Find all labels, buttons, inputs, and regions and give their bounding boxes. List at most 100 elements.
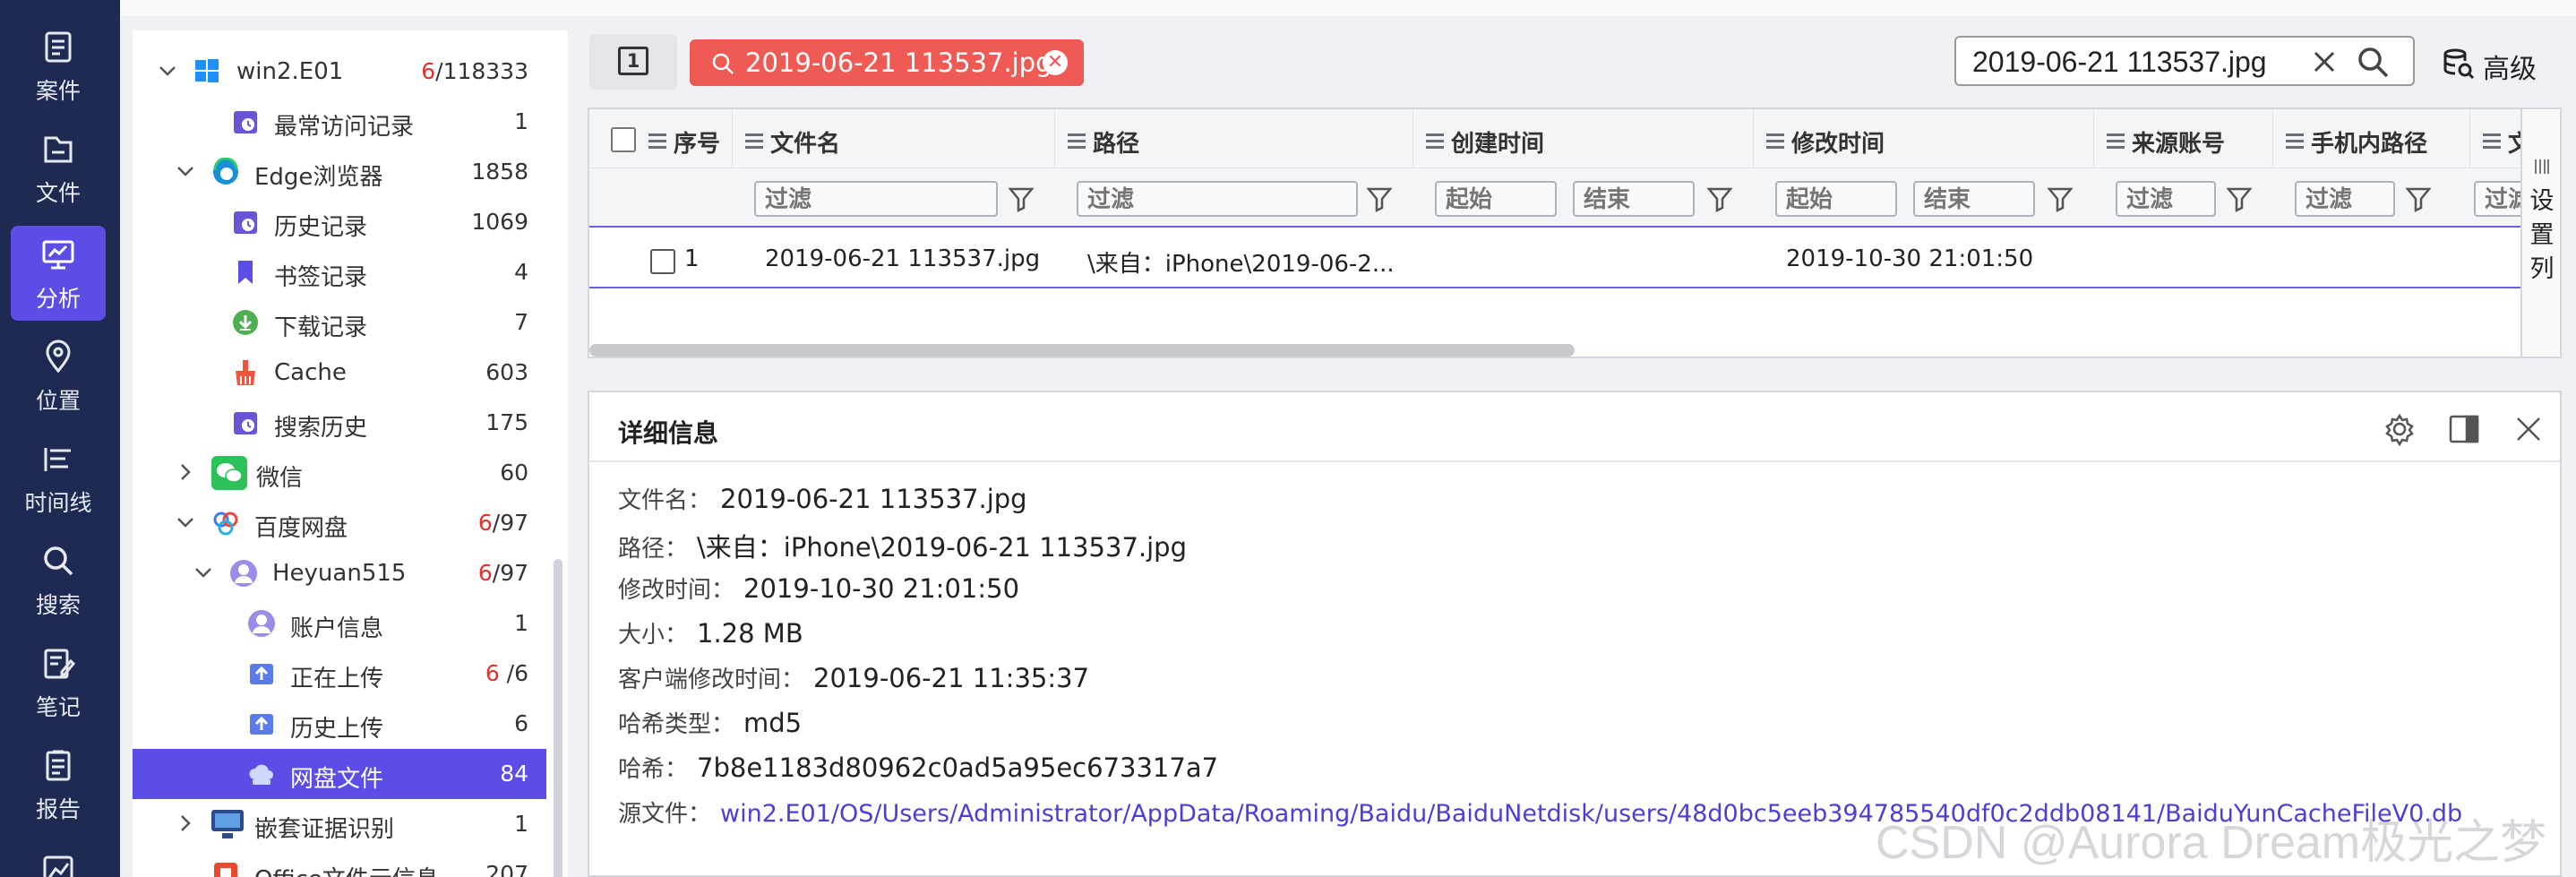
tree-item-cache[interactable]: Cache 603 [133, 348, 546, 398]
advanced-search-button[interactable]: 高级 [2442, 43, 2549, 85]
column-menu-icon[interactable] [1766, 133, 1784, 136]
office-icon [214, 863, 237, 877]
rail-label: 时间线 [24, 490, 92, 516]
tree-item-label: 搜索历史 [274, 415, 368, 442]
gear-icon[interactable] [2383, 412, 2417, 446]
clear-icon[interactable] [2309, 47, 2340, 77]
search-filter-tag[interactable]: 2019-06-21 113537.jpg ✕ [690, 39, 1084, 86]
tree-item-upload-history[interactable]: 历史上传 6 [133, 699, 546, 749]
tree-item-netdisk-files[interactable]: 网盘文件 84 [133, 749, 546, 799]
tree-item-search-history[interactable]: 搜索历史 175 [133, 398, 546, 448]
rail-item-file[interactable]: 文件 [11, 120, 106, 215]
table-row[interactable]: 1 2019-06-21 113537.jpg \来自：iPhone\2019-… [589, 229, 2524, 288]
chevron-right-icon[interactable] [174, 460, 197, 484]
split-view-icon[interactable] [2447, 412, 2481, 446]
upload-icon [250, 664, 273, 684]
tree-item-count: 6/97 [477, 560, 528, 586]
grip-icon [2535, 159, 2549, 174]
tree-item-baidu-netdisk[interactable]: 百度网盘 6/97 [133, 498, 546, 548]
wechat-icon [211, 456, 247, 490]
column-header-index[interactable]: 序号 [589, 109, 733, 168]
filter-input-source-account[interactable] [2116, 181, 2216, 217]
tree-item-label: 正在上传 [290, 666, 384, 692]
column-header-source-account[interactable]: 来源账号 [2094, 109, 2273, 168]
filter-input-path[interactable] [1077, 181, 1358, 217]
filter-input-phone-path[interactable] [2295, 181, 2395, 217]
chevron-down-icon[interactable] [174, 159, 197, 183]
timeline-icon [44, 448, 71, 471]
column-menu-icon[interactable] [1068, 133, 1086, 136]
tree-item-win2[interactable]: win2.E01 6/118333 [133, 47, 546, 97]
tree-item-count: 1 [514, 108, 528, 134]
advanced-label: 高级 [2483, 54, 2537, 85]
tag-remove-icon[interactable]: ✕ [1043, 50, 1068, 75]
column-settings-button[interactable]: 设置列 [2520, 109, 2560, 357]
rail-item-search[interactable]: 搜索 [11, 532, 106, 627]
filter-icon[interactable] [2225, 185, 2254, 213]
rail-item-analysis[interactable]: 分析 [11, 226, 106, 321]
filter-input-more[interactable] [2474, 181, 2524, 217]
column-header-phone-path[interactable]: 手机内路径 [2273, 109, 2470, 168]
tree-item-office-meta[interactable]: Office文件元信息 207 [133, 849, 546, 877]
column-menu-icon[interactable] [745, 133, 763, 136]
rail-item-case[interactable]: 案件 [11, 18, 106, 113]
filter-modified-start[interactable] [1775, 181, 1897, 217]
filter-input-filename[interactable] [754, 181, 998, 217]
tree-scrollbar[interactable] [554, 559, 562, 877]
filter-row [589, 168, 2524, 228]
rail-item-report[interactable]: 报告 [11, 736, 106, 831]
tree-item-wechat[interactable]: 微信 60 [133, 448, 546, 498]
tree-item-account-info[interactable]: 账户信息 1 [133, 598, 546, 649]
search-input[interactable] [1972, 45, 2304, 79]
filter-icon[interactable] [1705, 185, 1734, 213]
column-label: 创建时间 [1451, 131, 1545, 158]
filter-modified-end[interactable] [1913, 181, 2035, 217]
rail-label: 笔记 [35, 694, 81, 720]
column-menu-icon[interactable] [648, 133, 666, 136]
tree-item-most-visited[interactable]: 最常访问记录 1 [133, 97, 546, 147]
left-rail: 案件 文件 分析 位置 时间线 搜索 笔记 报告 [0, 0, 120, 877]
chevron-down-icon[interactable] [192, 561, 215, 584]
column-menu-icon[interactable] [2107, 133, 2125, 136]
filter-created-end[interactable] [1573, 181, 1695, 217]
rail-item-location[interactable]: 位置 [11, 328, 106, 423]
chart-icon[interactable] [40, 853, 76, 877]
page-selector-button[interactable]: 1 [589, 34, 677, 90]
tree-item-history[interactable]: 历史记录 1069 [133, 197, 546, 247]
filter-icon[interactable] [1007, 185, 1035, 213]
select-all-checkbox[interactable] [611, 127, 636, 152]
column-header-created[interactable]: 创建时间 [1413, 109, 1754, 168]
detail-row-filename: 文件名： 2019-06-21 113537.jpg [618, 484, 1027, 514]
chevron-down-icon[interactable] [174, 511, 197, 534]
tree-item-uploading[interactable]: 正在上传 6 /6 [133, 649, 546, 699]
rail-label: 搜索 [35, 592, 81, 618]
column-header-modified[interactable]: 修改时间 [1754, 109, 2094, 168]
details-title: 详细信息 [618, 418, 719, 448]
rail-label: 文件 [35, 180, 81, 206]
rail-item-note[interactable]: 笔记 [11, 634, 106, 729]
rail-item-timeline[interactable]: 时间线 [11, 430, 106, 525]
column-menu-icon[interactable] [2286, 133, 2304, 136]
detail-row-client-modified: 客户端修改时间： 2019-06-21 11:35:37 [618, 663, 1090, 693]
filter-icon[interactable] [2046, 185, 2074, 213]
column-menu-icon[interactable] [1426, 133, 1444, 136]
tree-item-account-heyuan[interactable]: Heyuan515 6/97 [133, 548, 546, 598]
column-menu-icon[interactable] [2483, 133, 2501, 136]
tree-item-nested-evidence[interactable]: 嵌套证据识别 1 [133, 799, 546, 849]
filter-created-start[interactable] [1435, 181, 1557, 217]
baidu-netdisk-icon [213, 512, 238, 536]
tree-item-downloads[interactable]: 下载记录 7 [133, 297, 546, 348]
filter-icon[interactable] [2404, 185, 2433, 213]
chevron-right-icon[interactable] [174, 812, 197, 835]
horizontal-scrollbar[interactable] [589, 344, 1575, 357]
filter-icon[interactable] [1365, 185, 1394, 213]
tree-item-edge[interactable]: Edge浏览器 1858 [133, 147, 546, 197]
close-icon[interactable] [2512, 412, 2546, 446]
column-header-path[interactable]: 路径 [1055, 109, 1413, 168]
tree-item-bookmarks[interactable]: 书签记录 4 [133, 247, 546, 297]
column-header-filename[interactable]: 文件名 [733, 109, 1055, 168]
chevron-down-icon[interactable] [156, 59, 179, 82]
column-header-more[interactable]: 文 [2470, 109, 2524, 168]
search-icon[interactable] [2356, 45, 2390, 79]
row-checkbox[interactable] [650, 249, 675, 274]
